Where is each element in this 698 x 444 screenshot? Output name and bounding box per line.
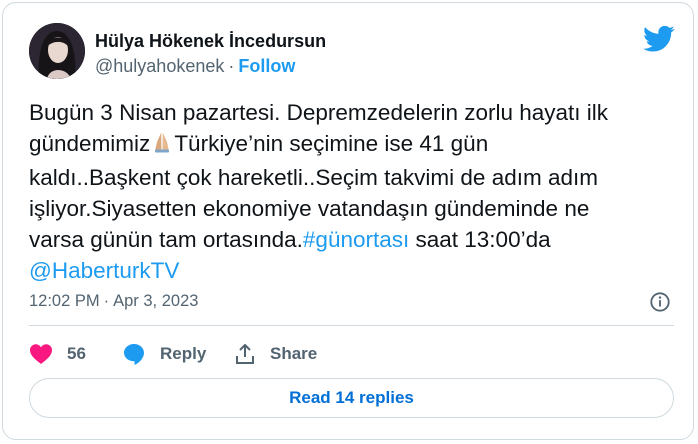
reply-label: Reply [160, 344, 207, 363]
reply-bubble-icon [124, 344, 144, 365]
follow-button[interactable]: Follow [238, 56, 295, 76]
tweet-line: Bugün 3 Nisan pazartesi. Depremzedelerin… [29, 100, 609, 125]
separator-dot: · [103, 292, 110, 310]
author-name[interactable]: Hülya Hökenek İncedursun [95, 31, 326, 52]
share-button[interactable]: Share [234, 341, 317, 367]
avatar-photo [29, 23, 85, 79]
divider [29, 325, 674, 326]
info-icon[interactable] [649, 291, 671, 313]
tweet-line: kaldı..Başkent çok hareketli..Seçim takv… [29, 165, 598, 190]
tweet-line: işliyor.Siyasetten ekonomiye vatandaşın … [29, 196, 590, 221]
folded-hands-emoji-icon [150, 130, 174, 162]
tweet-text: Bugün 3 Nisan pazartesi. Depremzedelerin… [29, 97, 679, 286]
share-icon [236, 344, 254, 364]
tweet-line: gündemimiz Türkiye’nin seçimine ise 41 gü… [29, 128, 679, 162]
like-count: 56 [67, 344, 86, 363]
hashtag-link[interactable]: #günortası [303, 227, 409, 252]
tweet-line-text: varsa günün tam ortasında. [29, 227, 303, 252]
avatar[interactable] [29, 23, 85, 79]
read-replies-button[interactable]: Read 14 replies [29, 378, 674, 418]
separator-dot: · [228, 56, 235, 76]
mention-link[interactable]: @HaberturkTV [29, 258, 179, 283]
heart-icon [30, 344, 52, 364]
tweet-timestamp[interactable]: 12:02 PM · Apr 3, 2023 [29, 292, 198, 311]
twitter-bird-icon[interactable] [643, 25, 675, 53]
tweet-line: @HaberturkTV [29, 255, 679, 286]
author-handle[interactable]: @hulyahokenek [95, 56, 224, 76]
tweet-line: varsa günün tam ortasında.#günortası saa… [29, 224, 679, 255]
share-label: Share [270, 344, 318, 363]
tweet-card: Hülya Hökenek İncedursun @hulyahokenek · F… [2, 2, 694, 440]
tweet-line-text: gündemimiz [29, 131, 151, 156]
like-button[interactable]: 56 [29, 341, 86, 367]
tweet-line-text: Türkiye’nin seçimine ise 41 gün [174, 131, 489, 156]
reply-button[interactable]: Reply [122, 341, 206, 367]
tweet-time: 12:02 PM [29, 292, 100, 310]
tweet-date: Apr 3, 2023 [113, 292, 199, 310]
tweet-line-text: saat 13:00’da [409, 227, 551, 252]
author-line: @hulyahokenek · Follow [95, 56, 295, 77]
